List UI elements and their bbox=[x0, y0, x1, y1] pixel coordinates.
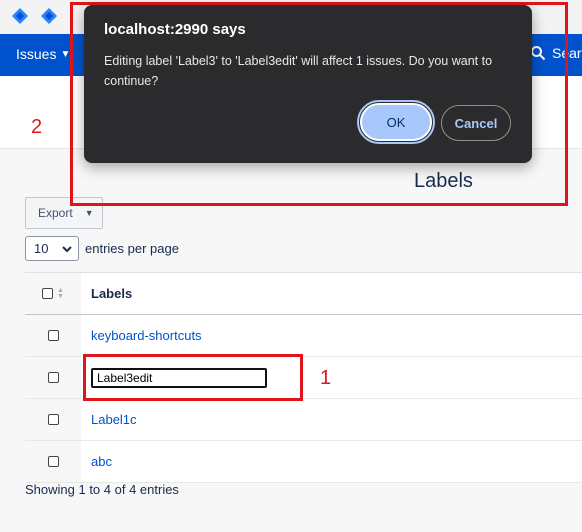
export-button-label: Export bbox=[38, 206, 73, 220]
page-length-value: 10 bbox=[34, 241, 49, 256]
caret-down-icon: ▼ bbox=[84, 208, 94, 218]
header-labels-cell[interactable]: Labels bbox=[81, 273, 582, 314]
issues-menu[interactable]: Issues ▼ bbox=[16, 46, 70, 62]
page-length-suffix: entries per page bbox=[85, 241, 179, 256]
table-info: Showing 1 to 4 of 4 entries bbox=[25, 482, 179, 497]
label-link[interactable]: Label1c bbox=[91, 412, 137, 427]
page-length-control: 10 entries per page bbox=[25, 236, 179, 261]
jira-app-icon[interactable] bbox=[41, 8, 57, 24]
row-select-cell bbox=[25, 441, 81, 482]
cancel-button[interactable]: Cancel bbox=[441, 105, 511, 141]
sort-icon[interactable]: ▲ ▼ bbox=[57, 287, 64, 300]
row-select-cell bbox=[25, 315, 81, 356]
label-cell: Label1c bbox=[81, 399, 582, 440]
annotation-number-2: 2 bbox=[31, 116, 43, 138]
label-cell: abc bbox=[81, 441, 582, 482]
label-cell: keyboard-shortcuts bbox=[81, 315, 582, 356]
column-header-labels: Labels bbox=[91, 286, 133, 301]
label-link[interactable]: keyboard-shortcuts bbox=[91, 328, 202, 343]
select-all-checkbox[interactable] bbox=[42, 288, 54, 299]
table-row: Label1c bbox=[25, 399, 582, 441]
label-link[interactable]: abc bbox=[91, 454, 112, 469]
row-checkbox[interactable] bbox=[47, 414, 59, 425]
dialog-message: Editing label 'Label3' to 'Label3edit' w… bbox=[104, 54, 493, 88]
page-length-select[interactable]: 10 bbox=[25, 236, 79, 261]
header-select-cell: ▲ ▼ bbox=[25, 273, 81, 314]
chevron-down-icon: ▼ bbox=[60, 48, 71, 60]
table-header-row: ▲ ▼ Labels bbox=[25, 273, 582, 315]
chevron-down-icon bbox=[62, 244, 72, 254]
confirm-dialog: localhost:2990 says Editing label 'Label… bbox=[84, 5, 532, 163]
annotation-box-edit bbox=[83, 354, 303, 401]
annotation-number-1: 1 bbox=[320, 367, 332, 389]
jira-logo-icon[interactable] bbox=[12, 8, 28, 24]
table-row: abc bbox=[25, 441, 582, 483]
row-checkbox[interactable] bbox=[47, 456, 59, 467]
row-select-cell bbox=[25, 399, 81, 440]
row-checkbox[interactable] bbox=[47, 330, 59, 341]
ok-button[interactable]: OK bbox=[357, 100, 435, 144]
dialog-title: localhost:2990 says bbox=[104, 21, 246, 38]
issues-menu-label: Issues bbox=[16, 46, 57, 62]
row-checkbox[interactable] bbox=[47, 372, 59, 383]
table-row: keyboard-shortcuts bbox=[25, 315, 582, 357]
row-select-cell bbox=[25, 357, 81, 398]
